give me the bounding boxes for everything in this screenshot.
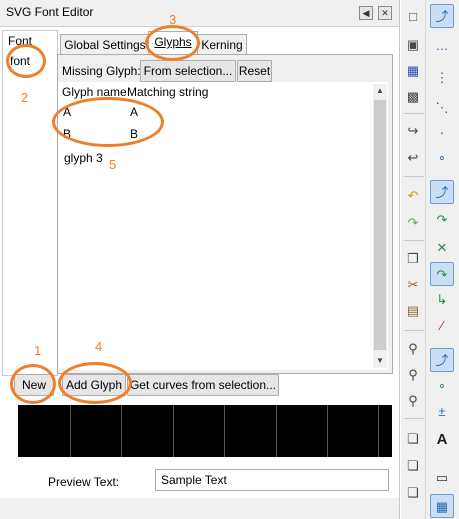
zoom-page-icon[interactable]: ⚲ <box>402 390 424 412</box>
redo-icon[interactable]: ↷ <box>402 212 424 234</box>
snap-toggle-icon[interactable]: ⤴ <box>430 4 454 28</box>
preview-divider <box>378 405 379 457</box>
preview-divider <box>70 405 71 457</box>
annotation-oval-font <box>6 44 46 78</box>
toolbar-separator <box>404 176 424 177</box>
snap-center-icon[interactable]: ∘ <box>430 146 454 170</box>
snap-bbox-icon[interactable]: … <box>430 34 454 58</box>
save-icon[interactable]: ▦ <box>402 60 424 82</box>
zoom-drawing-icon[interactable]: ⚲ <box>402 364 424 386</box>
annotation-number: 4 <box>95 339 103 354</box>
snap-intersection-icon[interactable]: ✕ <box>430 236 454 260</box>
clone-icon[interactable]: ❏ <box>402 455 424 477</box>
tab-global-settings[interactable]: Global Settings <box>60 34 150 55</box>
paste-icon[interactable]: ▤ <box>402 300 424 322</box>
unlink-clone-icon[interactable]: ❏ <box>402 482 424 504</box>
toolbar-separator <box>404 418 424 419</box>
toolbar-separator <box>404 240 424 241</box>
close-icon[interactable]: ✕ <box>378 6 392 20</box>
snap-text-baseline-icon[interactable]: ± <box>430 400 454 424</box>
snap-bbox-midpoint-icon[interactable]: ‧ <box>430 122 454 146</box>
duplicate-icon[interactable]: ❏ <box>402 428 424 450</box>
snap-others-icon[interactable]: ⤴ <box>430 348 454 372</box>
snap-text-icon[interactable]: A <box>430 428 454 452</box>
panel-divider <box>399 0 400 519</box>
column-header-matching-string[interactable]: Matching string <box>127 85 208 99</box>
window-title: SVG Font Editor <box>6 5 94 19</box>
undo-icon[interactable]: ↶ <box>402 185 424 207</box>
get-curves-button[interactable]: Get curves from selection... <box>127 374 279 396</box>
scrollbar-thumb[interactable] <box>374 100 386 350</box>
scroll-down-arrow-icon[interactable]: ▼ <box>373 354 387 368</box>
missing-glyph-label: Missing Glyph: <box>62 64 141 78</box>
snap-rotation-icon[interactable]: ∘ <box>430 374 454 398</box>
zoom-selection-icon[interactable]: ⚲ <box>402 338 424 360</box>
annotation-oval-new <box>10 364 56 404</box>
snap-bbox-corner-icon[interactable]: ⋱ <box>430 96 454 120</box>
preview-divider <box>327 405 328 457</box>
pin-icon[interactable]: ◀ <box>359 6 373 20</box>
cut-icon[interactable]: ✂ <box>402 274 424 296</box>
annotation-oval-glyphs-tab <box>145 25 200 61</box>
annotation-number: 1 <box>34 343 42 358</box>
glyph-preview <box>18 405 392 457</box>
tab-kerning[interactable]: Kerning <box>197 34 247 55</box>
snap-grid-icon[interactable]: ▦ <box>430 494 454 518</box>
snap-smooth-icon[interactable]: ↳ <box>430 288 454 312</box>
snap-path-icon[interactable]: ↷ <box>430 208 454 232</box>
scroll-up-arrow-icon[interactable]: ▲ <box>373 84 387 98</box>
reset-button[interactable]: Reset <box>237 60 272 82</box>
new-document-icon[interactable]: □ <box>402 6 424 28</box>
preview-text-label: Preview Text: <box>48 475 120 489</box>
font-list <box>2 30 58 376</box>
snap-midpoint-icon[interactable]: ∕ <box>430 314 454 338</box>
toolbar-separator <box>404 330 424 331</box>
preview-divider <box>224 405 225 457</box>
annotation-number: 2 <box>21 90 29 105</box>
snap-bbox-edge-icon[interactable]: ⋮ <box>430 66 454 90</box>
preview-divider <box>173 405 174 457</box>
annotation-oval-glyph-rows <box>52 97 164 147</box>
snap-cusp-icon[interactable]: ↷ <box>430 262 454 286</box>
open-folder-icon[interactable]: ▣ <box>402 34 424 56</box>
preview-text-input[interactable] <box>155 469 389 491</box>
import-icon[interactable]: ↪ <box>402 120 424 142</box>
status-strip <box>0 498 400 519</box>
copy-icon[interactable]: ❐ <box>402 248 424 270</box>
snap-nodes-icon[interactable]: ⤴ <box>430 180 454 204</box>
preview-divider <box>121 405 122 457</box>
annotation-oval-add-glyph <box>58 362 132 404</box>
preview-divider <box>276 405 277 457</box>
export-icon[interactable]: ↩ <box>402 147 424 169</box>
toolbar-separator <box>404 113 424 114</box>
annotation-number: 5 <box>109 157 117 172</box>
snap-page-border-icon[interactable]: ▭ <box>430 466 454 490</box>
print-icon[interactable]: ▩ <box>402 86 424 108</box>
annotation-number: 3 <box>169 12 177 27</box>
glyph-row-name[interactable]: glyph 3 <box>64 151 103 165</box>
from-selection-button[interactable]: From selection... <box>140 60 236 82</box>
